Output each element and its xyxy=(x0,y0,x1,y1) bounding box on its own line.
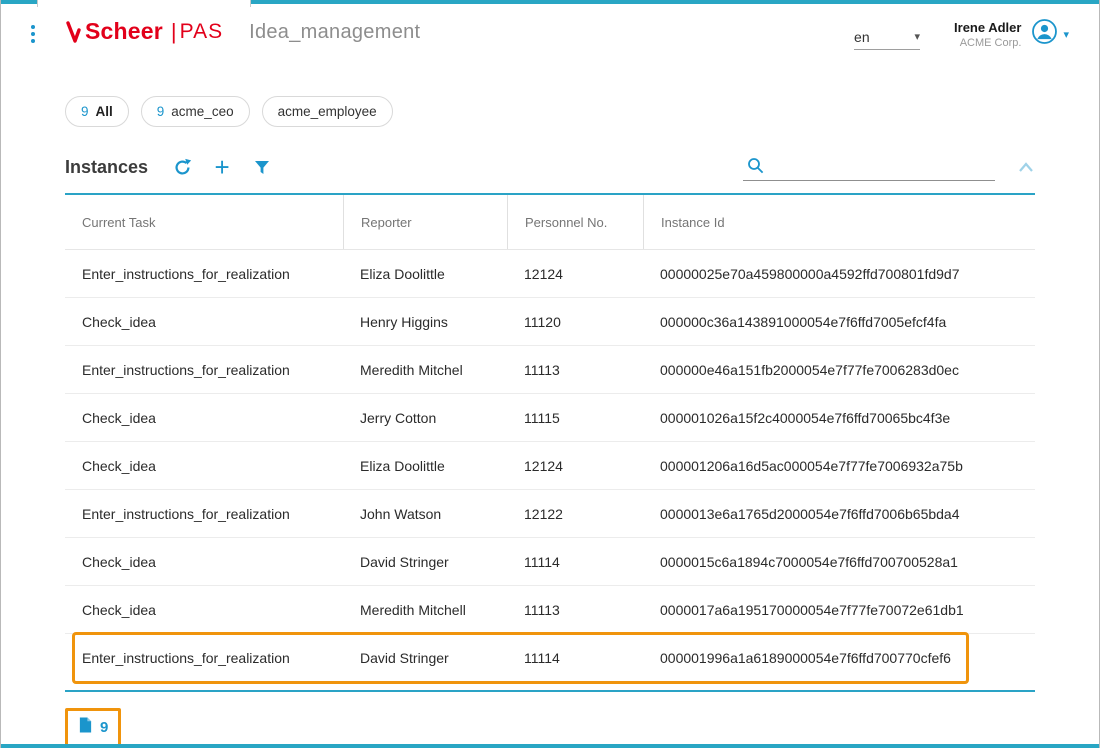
cell-personnel-no: 11114 xyxy=(507,650,643,666)
bottom-border-line xyxy=(1,744,1099,748)
cell-personnel-no: 12124 xyxy=(507,458,643,474)
cell-current-task: Enter_instructions_for_realization xyxy=(65,362,343,378)
instances-title: Instances xyxy=(65,157,148,178)
cell-reporter: John Watson xyxy=(343,506,507,522)
cell-instance-id: 000001996a1a6189000054e7f6ffd700770cfef6 xyxy=(643,650,1035,666)
search-box xyxy=(743,153,995,181)
instances-table: Current Task Reporter Personnel No. Inst… xyxy=(65,193,1035,692)
chip-label: acme_ceo xyxy=(171,104,233,119)
column-header-personnel-no: Personnel No. xyxy=(507,195,643,249)
cell-instance-id: 00000025e70a459800000a4592ffd700801fd9d7 xyxy=(643,266,1035,282)
cell-personnel-no: 11113 xyxy=(507,362,643,378)
cell-personnel-no: 12122 xyxy=(507,506,643,522)
cell-personnel-no: 11113 xyxy=(507,602,643,618)
cell-personnel-no: 11114 xyxy=(507,554,643,570)
search-icon xyxy=(743,153,767,177)
cell-personnel-no: 11115 xyxy=(507,410,643,426)
page-title: Idea_management xyxy=(249,21,420,44)
brand-logo: Scheer | PAS xyxy=(65,18,223,45)
table-row[interactable]: Enter_instructions_for_realization David… xyxy=(65,634,1035,682)
filter-chip-acme-employee[interactable]: acme_employee xyxy=(262,96,393,127)
cell-reporter: Eliza Doolittle xyxy=(343,458,507,474)
cell-reporter: Jerry Cotton xyxy=(343,410,507,426)
table-row[interactable]: Check_idea Jerry Cotton 11115 000001026a… xyxy=(65,394,1035,442)
instance-count-indicator[interactable]: 9 xyxy=(65,708,121,747)
add-instance-icon[interactable]: + xyxy=(210,155,234,179)
cell-instance-id: 000000c36a143891000054e7f6ffd7005efcf4fa xyxy=(643,314,1035,330)
table-header: Current Task Reporter Personnel No. Inst… xyxy=(65,195,1035,250)
chip-count: 9 xyxy=(157,104,165,119)
brand-pipe: | xyxy=(171,19,177,45)
table-row[interactable]: Check_idea Eliza Doolittle 12124 0000012… xyxy=(65,442,1035,490)
cell-reporter: David Stringer xyxy=(343,650,507,666)
cell-instance-id: 0000017a6a195170000054e7f77fe70072e61db1 xyxy=(643,602,1035,618)
chevron-down-icon: ▾ xyxy=(915,30,921,43)
cell-current-task: Check_idea xyxy=(65,314,343,330)
cell-personnel-no: 12124 xyxy=(507,266,643,282)
cell-reporter: David Stringer xyxy=(343,554,507,570)
cell-reporter: Henry Higgins xyxy=(343,314,507,330)
language-select[interactable]: en ▾ xyxy=(854,24,920,50)
column-header-current-task: Current Task xyxy=(65,195,343,249)
table-row[interactable]: Enter_instructions_for_realization Mered… xyxy=(65,346,1035,394)
app-window: Scheer | PAS Idea_management en ▾ Irene … xyxy=(0,0,1100,748)
chip-count: 9 xyxy=(81,104,89,119)
user-menu[interactable]: Irene Adler ACME Corp. ▾ xyxy=(954,18,1069,50)
instances-toolbar: Instances + xyxy=(1,127,1099,183)
column-header-reporter: Reporter xyxy=(343,195,507,249)
cell-current-task: Check_idea xyxy=(65,410,343,426)
table-row[interactable]: Enter_instructions_for_realization Eliza… xyxy=(65,250,1035,298)
user-org: ACME Corp. xyxy=(954,37,1021,49)
cell-instance-id: 0000015c6a1894c7000054e7f6ffd700700528a1 xyxy=(643,554,1035,570)
cell-current-task: Enter_instructions_for_realization xyxy=(65,650,343,666)
table-row[interactable]: Check_idea Henry Higgins 11120 000000c36… xyxy=(65,298,1035,346)
cell-reporter: Meredith Mitchell xyxy=(343,602,507,618)
cell-current-task: Check_idea xyxy=(65,602,343,618)
filter-chip-acme-ceo[interactable]: 9 acme_ceo xyxy=(141,96,250,127)
document-icon xyxy=(78,716,93,739)
cell-current-task: Check_idea xyxy=(65,458,343,474)
chevron-down-icon: ▾ xyxy=(1063,28,1069,41)
header: Scheer | PAS Idea_management en ▾ Irene … xyxy=(1,0,1099,70)
instance-count: 9 xyxy=(100,719,108,736)
column-header-instance-id: Instance Id xyxy=(643,195,1035,249)
filter-icon[interactable] xyxy=(250,155,274,179)
cell-reporter: Eliza Doolittle xyxy=(343,266,507,282)
avatar-icon xyxy=(1031,18,1058,50)
cell-current-task: Enter_instructions_for_realization xyxy=(65,266,343,282)
chevron-up-icon[interactable] xyxy=(1017,160,1035,174)
chip-label: All xyxy=(96,104,113,119)
table-row[interactable]: Enter_instructions_for_realization John … xyxy=(65,490,1035,538)
brand-pas: PAS xyxy=(180,20,223,44)
chip-label: acme_employee xyxy=(278,104,377,119)
table-row[interactable]: Check_idea Meredith Mitchell 11113 00000… xyxy=(65,586,1035,634)
brand-scheer: Scheer xyxy=(85,18,163,45)
cell-instance-id: 0000013e6a1765d2000054e7f6ffd7006b65bda4 xyxy=(643,506,1035,522)
search-input[interactable] xyxy=(773,157,995,177)
cell-current-task: Enter_instructions_for_realization xyxy=(65,506,343,522)
menu-kebab-icon[interactable] xyxy=(21,21,45,47)
cell-instance-id: 000001206a16d5ac000054e7f77fe7006932a75b xyxy=(643,458,1035,474)
user-name: Irene Adler xyxy=(954,20,1021,35)
table-body: Enter_instructions_for_realization Eliza… xyxy=(65,250,1035,682)
language-value: en xyxy=(854,29,870,45)
table-row[interactable]: Check_idea David Stringer 11114 0000015c… xyxy=(65,538,1035,586)
cell-reporter: Meredith Mitchel xyxy=(343,362,507,378)
top-tab xyxy=(37,0,251,7)
cell-instance-id: 000001026a15f2c4000054e7f6ffd70065bc4f3e xyxy=(643,410,1035,426)
scheer-mark-icon xyxy=(65,19,83,45)
cell-personnel-no: 11120 xyxy=(507,314,643,330)
filter-chip-all[interactable]: 9 All xyxy=(65,96,129,127)
user-info: Irene Adler ACME Corp. xyxy=(954,20,1021,49)
cell-current-task: Check_idea xyxy=(65,554,343,570)
cell-instance-id: 000000e46a151fb2000054e7f77fe7006283d0ec xyxy=(643,362,1035,378)
filter-chip-bar: 9 All 9 acme_ceo acme_employee xyxy=(1,70,1099,127)
refresh-icon[interactable] xyxy=(170,155,194,179)
